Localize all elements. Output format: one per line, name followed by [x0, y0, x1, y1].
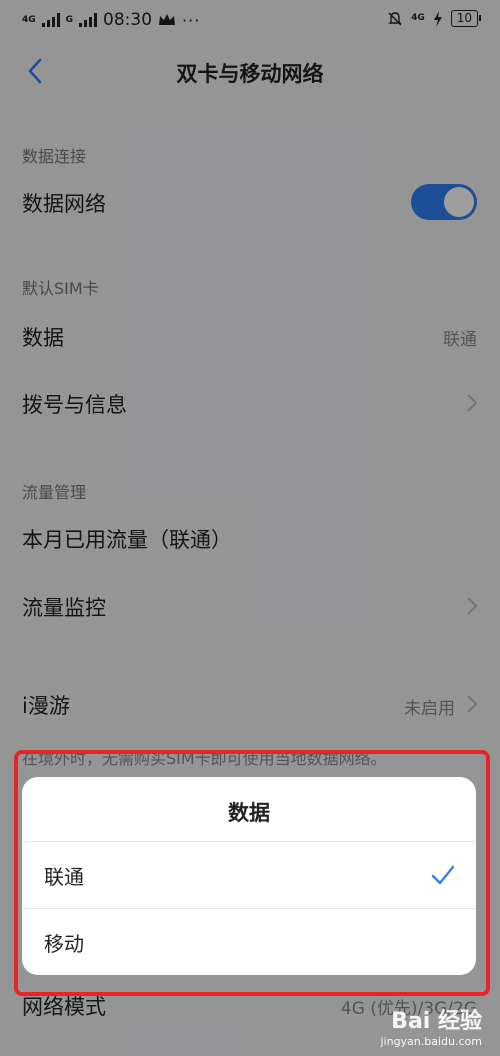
baidu-watermark: Bai 经验 jingyan.baidu.com: [380, 1003, 482, 1048]
watermark-main: Bai 经验: [391, 1009, 482, 1034]
annotation-highlight: [14, 750, 490, 996]
watermark-sub: jingyan.baidu.com: [380, 1035, 482, 1048]
